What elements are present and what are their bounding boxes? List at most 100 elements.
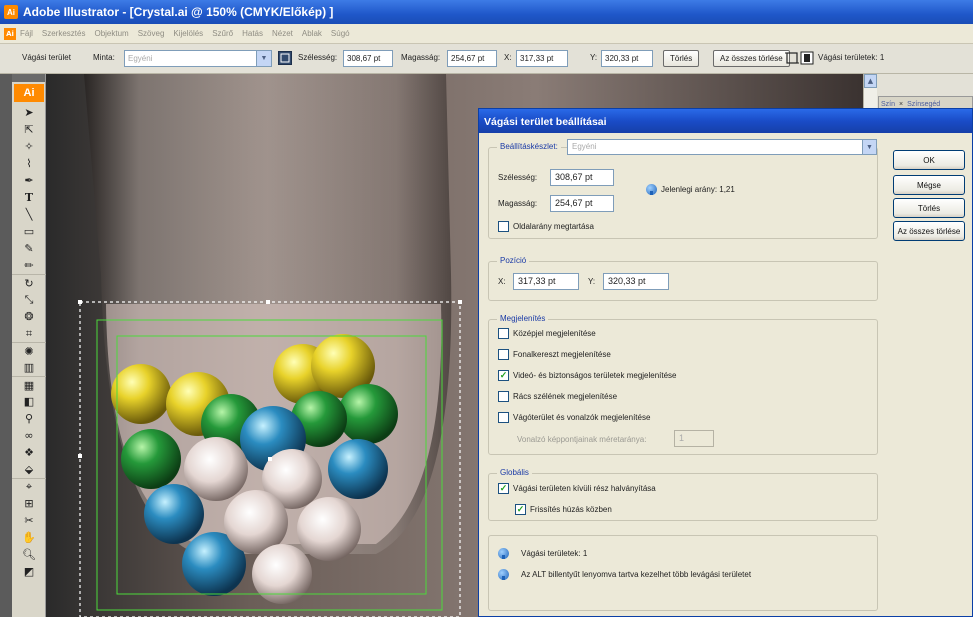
show-crop-rulers-checkbox[interactable]: Vágóterület és vonalzók megjelenítése: [498, 412, 650, 423]
pencil-tool-icon[interactable]: ✏: [12, 257, 46, 274]
y-label: Y:: [590, 53, 598, 62]
menu-type[interactable]: Szöveg: [138, 29, 165, 38]
ok-button[interactable]: OK: [893, 150, 965, 170]
menu-edit[interactable]: Szerkesztés: [42, 29, 86, 38]
control-bar: Vágási terület Minta: Egyéni ▼ Szélesség…: [0, 44, 973, 74]
magic-wand-tool-icon[interactable]: ✧: [12, 138, 46, 155]
delete-all-button[interactable]: Az összes törlése: [713, 50, 790, 67]
dialog-x-label: X:: [498, 277, 506, 286]
eyedropper-tool-icon[interactable]: ⚲: [12, 410, 46, 427]
show-crosshair-label: Fonalkereszt megjelenítése: [513, 350, 611, 359]
checkbox-box: [498, 221, 509, 232]
checkbox-box: [498, 328, 509, 339]
menu-help[interactable]: Súgó: [331, 29, 350, 38]
crop-dialog-icon[interactable]: [800, 51, 814, 65]
dialog-width-input[interactable]: 308,67 pt: [550, 169, 614, 186]
checkbox-box: [498, 412, 509, 423]
direct-selection-tool-icon[interactable]: ⇱: [12, 121, 46, 138]
mesh-tool-icon[interactable]: ▦: [12, 376, 46, 393]
crop-marks-icon[interactable]: [785, 51, 799, 65]
info-icon: [498, 569, 509, 580]
y-input[interactable]: 320,33 pt: [601, 50, 653, 67]
refresh-drag-checkbox[interactable]: ✓ Frissítés húzás közben: [515, 504, 612, 515]
keep-ratio-label: Oldalarány megtartása: [513, 222, 594, 231]
scale-tool-icon[interactable]: ⤡: [12, 291, 46, 308]
cancel-button[interactable]: Mégse: [893, 175, 965, 195]
lasso-tool-icon[interactable]: ⌇: [12, 155, 46, 172]
free-transform-tool-icon[interactable]: ⌗: [12, 325, 46, 342]
menu-file[interactable]: Fájl: [20, 29, 33, 38]
blend-tool-icon[interactable]: ∞: [12, 427, 46, 444]
menu-window[interactable]: Ablak: [302, 29, 322, 38]
dialog-delete-all-button[interactable]: Az összes törlése: [893, 221, 965, 241]
fill-stroke-icon[interactable]: ◩: [12, 563, 46, 580]
tools-panel-header[interactable]: [12, 74, 45, 82]
window-title-bar: Ai Adobe Illustrator - [Crystal.ai @ 150…: [0, 0, 973, 24]
scroll-up-icon[interactable]: ▲: [864, 74, 877, 88]
live-paint-tool-icon[interactable]: ❖: [12, 444, 46, 461]
settings-group: Beállításkészlet: Egyéni ▼ Szélesség: 30…: [488, 139, 878, 239]
dialog-y-input[interactable]: 320,33 pt: [603, 273, 669, 290]
current-ratio-text: Jelenlegi arány: 1,21: [661, 185, 735, 194]
x-label: X:: [504, 53, 512, 62]
zoom-tool-icon[interactable]: 🔍︎: [12, 546, 46, 563]
dialog-height-input[interactable]: 254,67 pt: [550, 195, 614, 212]
show-center-mark-checkbox[interactable]: Középjel megjelenítése: [498, 328, 596, 339]
tab-color[interactable]: Szín: [881, 101, 895, 108]
menu-object[interactable]: Objektum: [94, 29, 128, 38]
warp-tool-icon[interactable]: ❂: [12, 308, 46, 325]
close-icon[interactable]: ×: [899, 101, 903, 108]
show-video-safe-checkbox[interactable]: ✓ Videó- és biztonságos területek megjel…: [498, 370, 677, 381]
show-crosshair-checkbox[interactable]: Fonalkereszt megjelenítése: [498, 349, 611, 360]
checkmark-icon: ✓: [515, 504, 526, 515]
graph-tool-icon[interactable]: ▥: [12, 359, 46, 376]
selection-tool-icon[interactable]: ➤: [12, 104, 46, 121]
scissors-tool-icon[interactable]: ✂: [12, 512, 46, 529]
document-icon[interactable]: Ai: [4, 27, 16, 40]
crop-area-settings-dialog: Vágási terület beállításai Beállításkész…: [478, 108, 973, 617]
dim-outside-checkbox[interactable]: ✓ Vágási területen kívüli rész halványít…: [498, 483, 656, 494]
gradient-tool-icon[interactable]: ◧: [12, 393, 46, 410]
rotate-tool-icon[interactable]: ↻: [12, 274, 46, 291]
show-grid-edge-checkbox[interactable]: Rács szélének megjelenítése: [498, 391, 617, 402]
menu-filter[interactable]: Szűrő: [212, 29, 233, 38]
position-group-label: Pozíció: [497, 256, 530, 265]
illustrator-app-icon: Ai: [4, 5, 18, 19]
crop-area-tool-icon[interactable]: ⌖: [12, 478, 46, 495]
menu-effect[interactable]: Hatás: [242, 29, 263, 38]
info-group: Vágási területek: 1 Az ALT billentyűt le…: [488, 535, 878, 611]
line-tool-icon[interactable]: ╲: [12, 206, 46, 223]
dialog-delete-button[interactable]: Törlés: [893, 198, 965, 218]
ai-logo: Ai: [14, 84, 44, 102]
dialog-title: Vágási terület beállításai: [479, 109, 972, 133]
dialog-x-input[interactable]: 317,33 pt: [513, 273, 579, 290]
show-crop-rulers-label: Vágóterület és vonalzók megjelenítése: [513, 413, 651, 422]
live-paint-selection-tool-icon[interactable]: ⬙: [12, 461, 46, 478]
alt-key-hint-text: Az ALT billentyűt lenyomva tartva kezelh…: [521, 570, 752, 579]
panel-strip: [0, 74, 12, 617]
symbol-sprayer-tool-icon[interactable]: ✺: [12, 342, 46, 359]
rectangle-tool-icon[interactable]: ▭: [12, 223, 46, 240]
crop-options-icon[interactable]: [278, 51, 292, 65]
menu-view[interactable]: Nézet: [272, 29, 293, 38]
show-grid-edge-label: Rács szélének megjelenítése: [513, 392, 618, 401]
paintbrush-tool-icon[interactable]: ✎: [12, 240, 46, 257]
delete-button[interactable]: Törlés: [663, 50, 700, 67]
pen-tool-icon[interactable]: ✒: [12, 172, 46, 189]
keep-ratio-checkbox[interactable]: Oldalarány megtartása: [498, 221, 594, 232]
dialog-preset-select[interactable]: Egyéni ▼: [567, 139, 877, 155]
height-input[interactable]: 254,67 pt: [447, 50, 497, 67]
slice-tool-icon[interactable]: ⊞: [12, 495, 46, 512]
type-tool-icon[interactable]: T: [12, 189, 46, 206]
dialog-y-label: Y:: [588, 277, 596, 286]
x-input[interactable]: 317,33 pt: [516, 50, 568, 67]
menu-select[interactable]: Kijelölés: [173, 29, 203, 38]
pixel-ratio-label: Vonalzó képpontjainak méretaránya:: [517, 435, 647, 444]
display-group-label: Megjelenítés: [497, 314, 549, 323]
hand-tool-icon[interactable]: ✋: [12, 529, 46, 546]
width-input[interactable]: 308,67 pt: [343, 50, 393, 67]
preset-select[interactable]: Egyéni ▼: [124, 50, 272, 67]
crop-areas-count: Vágási területek: 1: [818, 53, 885, 62]
tab-color-guide[interactable]: Színsegéd: [907, 101, 940, 108]
pixel-ratio-input[interactable]: 1: [674, 430, 714, 447]
